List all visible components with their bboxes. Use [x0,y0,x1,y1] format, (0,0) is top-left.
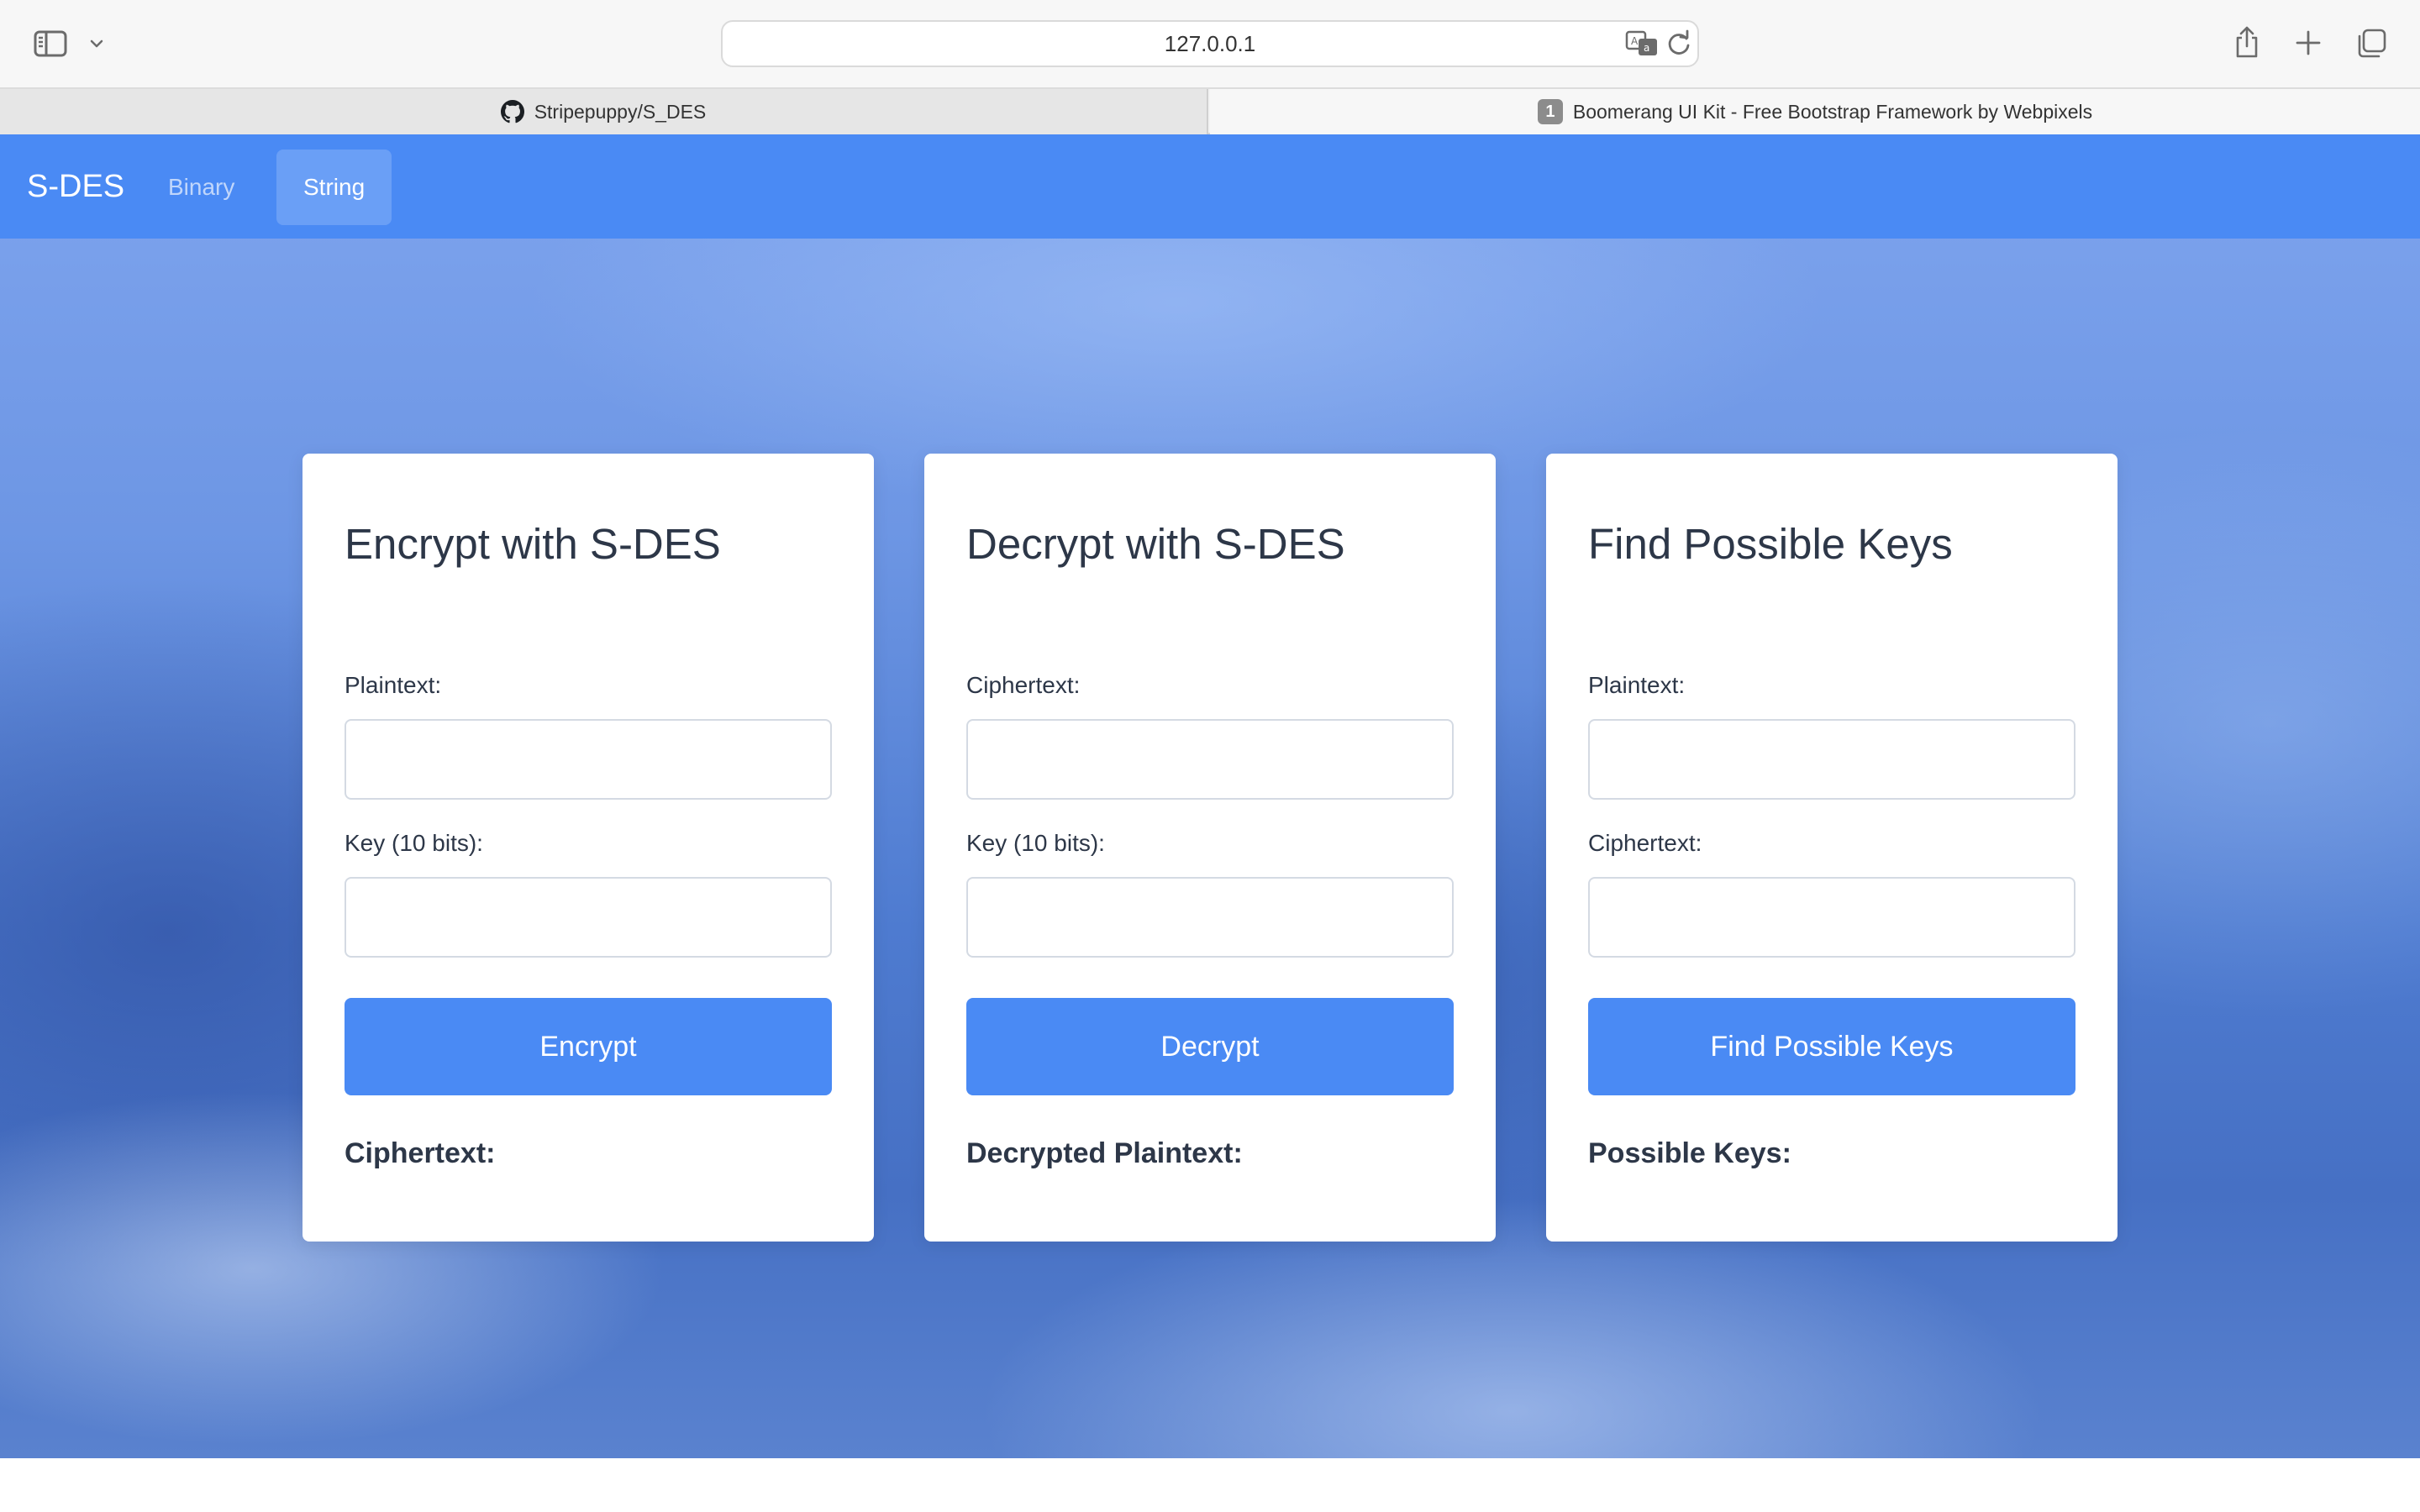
brand-logo[interactable]: S-DES [27,134,124,239]
chevron-down-icon [90,39,103,48]
translate-button[interactable]: A a [1625,29,1660,59]
github-icon [500,100,524,123]
plaintext-label: Plaintext: [1588,672,1686,698]
page-bottom-edge [0,1458,2420,1512]
tab-badge: 1 [1537,99,1563,124]
sidebar-toggle-button[interactable] [30,25,71,62]
card-title: Decrypt with S-DES [966,520,1345,568]
share-button[interactable] [2230,22,2264,62]
encrypt-button[interactable]: Encrypt [345,998,832,1095]
nav-link-binary[interactable]: Binary [141,150,261,225]
plaintext-input[interactable] [345,719,832,800]
ciphertext-label: Ciphertext: [966,672,1081,698]
tab-title: Boomerang UI Kit - Free Bootstrap Framew… [1572,100,2093,123]
possible-keys-result-label: Possible Keys: [1588,1137,1791,1169]
address-bar[interactable]: 127.0.0.1 [721,20,1699,67]
key-input[interactable] [345,877,832,958]
browser-tab[interactable]: 1 Boomerang UI Kit - Free Bootstrap Fram… [1210,89,2420,134]
encrypt-card: Encrypt with S-DES Plaintext: Key (10 bi… [302,454,874,1242]
tabs-overview-icon [2358,29,2386,58]
navbar: S-DES Binary String [0,134,2420,239]
ciphertext-input[interactable] [966,719,1454,800]
decrypt-card: Decrypt with S-DES Ciphertext: Key (10 b… [924,454,1496,1242]
new-tab-button[interactable] [2291,25,2326,60]
plus-icon [2296,30,2321,55]
find-possible-keys-button[interactable]: Find Possible Keys [1588,998,2075,1095]
find-keys-card: Find Possible Keys Plaintext: Ciphertext… [1546,454,2118,1242]
ciphertext-label: Ciphertext: [1588,830,1702,856]
ciphertext-result-label: Ciphertext: [345,1137,496,1169]
decrypted-plaintext-result-label: Decrypted Plaintext: [966,1137,1243,1169]
decrypt-button[interactable]: Decrypt [966,998,1454,1095]
card-title: Encrypt with S-DES [345,520,721,568]
sidebar-icon [34,30,67,57]
url-text: 127.0.0.1 [1164,31,1256,56]
reload-button[interactable] [1664,29,1694,59]
tab-bar: Stripepuppy/S_DES 1 Boomerang UI Kit - F… [0,87,2420,134]
nav-link-string[interactable]: String [276,150,392,225]
svg-text:A: A [1631,35,1639,47]
key-input[interactable] [966,877,1454,958]
browser-tab[interactable]: Stripepuppy/S_DES [0,89,1208,134]
share-icon [2236,26,2258,58]
key-label: Key (10 bits): [345,830,483,856]
card-title: Find Possible Keys [1588,520,1953,568]
sidebar-menu-button[interactable] [84,29,109,59]
plaintext-input[interactable] [1588,719,2075,800]
browser-toolbar: 127.0.0.1 A a [0,0,2420,87]
translate-icon: A a [1625,30,1657,55]
plaintext-label: Plaintext: [345,672,442,698]
svg-text:a: a [1644,42,1649,54]
page-background: S-DES Binary String Encrypt with S-DES P… [0,134,2420,1458]
reload-icon [1668,29,1690,55]
key-label: Key (10 bits): [966,830,1105,856]
tab-title: Stripepuppy/S_DES [534,100,707,123]
ciphertext-input[interactable] [1588,877,2075,958]
tab-overview-button[interactable] [2353,25,2390,62]
